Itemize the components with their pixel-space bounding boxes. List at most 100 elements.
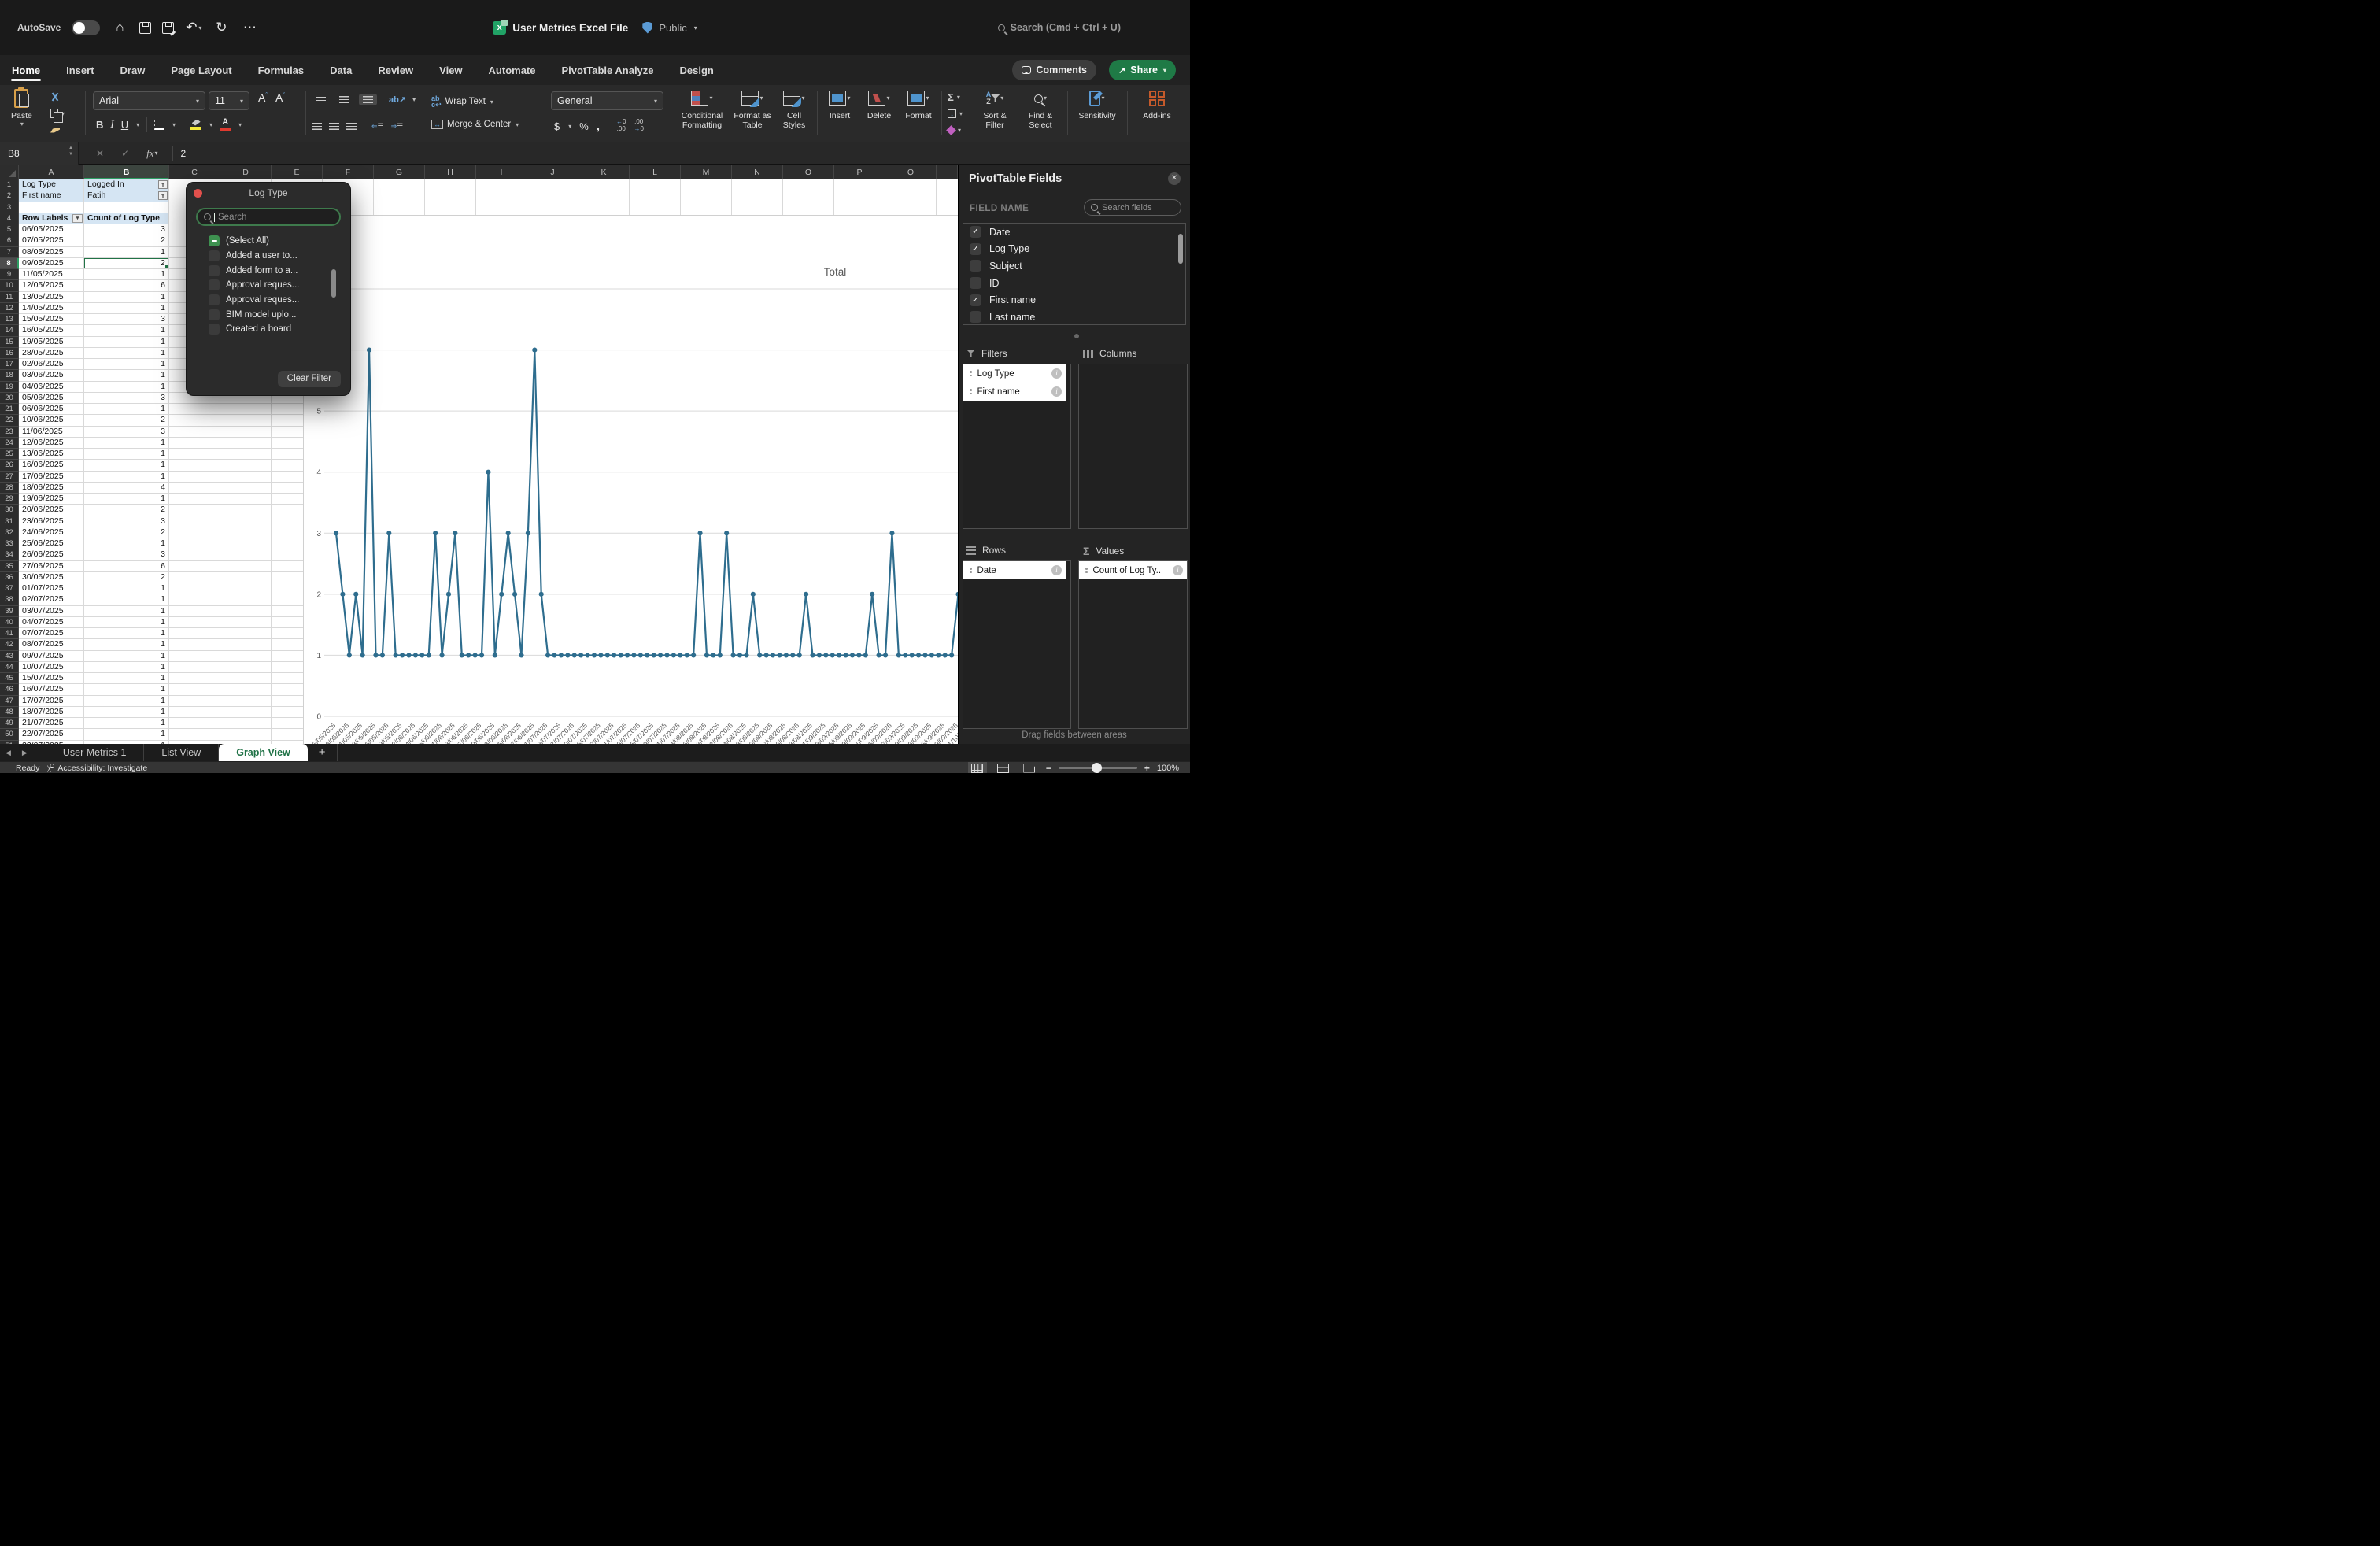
format-painter-button[interactable] [50,123,65,137]
row-header-4[interactable]: 4 [0,213,19,224]
formula-input[interactable]: 2 [172,146,187,161]
row-header-11[interactable]: 11 [0,292,19,303]
filters-drop-area[interactable]: Log TypeiFirst namei [963,364,1071,529]
insert-function-icon[interactable]: fx [146,147,153,160]
cell-a19[interactable]: 04/06/2025 [19,382,84,393]
cell-a31[interactable]: 23/06/2025 [19,516,84,527]
checkbox-unchecked-icon[interactable] [209,324,220,335]
select-all-corner[interactable] [0,165,19,179]
row-header-27[interactable]: 27 [0,472,19,483]
info-icon[interactable]: i [1173,565,1183,575]
ribbon-tab-view[interactable]: View [438,57,463,83]
row-header-22[interactable]: 22 [0,415,19,426]
row-header-30[interactable]: 30 [0,505,19,516]
row-header-5[interactable]: 5 [0,224,19,235]
row-header-2[interactable]: 2 [0,190,19,202]
paste-button[interactable]: Paste ▾ [11,88,32,128]
comma-style-button[interactable]: , [597,120,600,133]
values-drop-area[interactable]: Count of Log Ty...i [1078,560,1188,729]
decrease-decimal-button[interactable]: ←0.00 [616,119,626,133]
cell-b17[interactable]: 1 [84,359,169,370]
checkbox-checked-icon[interactable]: ✓ [970,226,981,238]
cell-b27[interactable]: 1 [84,472,169,483]
cell-a22[interactable]: 10/06/2025 [19,415,84,426]
row-header-49[interactable]: 49 [0,718,19,729]
cell-b45[interactable]: 1 [84,673,169,684]
field-item-first-name[interactable]: ✓First name [963,291,1185,309]
row-header-40[interactable]: 40 [0,617,19,628]
row-header-20[interactable]: 20 [0,393,19,404]
row-header-26[interactable]: 26 [0,460,19,471]
row-header-17[interactable]: 17 [0,359,19,370]
popup-close-button[interactable] [194,189,202,198]
cell-a26[interactable]: 16/06/2025 [19,460,84,471]
cell-a50[interactable]: 22/07/2025 [19,729,84,740]
cell-b38[interactable]: 1 [84,594,169,605]
cell-styles-button[interactable]: ▾ Cell Styles [776,88,812,130]
filter-item-select-all[interactable]: (Select All) [209,234,350,249]
cell-a9[interactable]: 11/05/2025 [19,269,84,280]
cell-a16[interactable]: 28/05/2025 [19,348,84,359]
ribbon-tab-design[interactable]: Design [679,57,715,83]
column-header-h[interactable]: H [425,165,476,179]
cell-b48[interactable]: 1 [84,707,169,718]
cell-a35[interactable]: 27/06/2025 [19,561,84,572]
cell-a38[interactable]: 02/07/2025 [19,594,84,605]
sensitivity-button[interactable]: ▾ Sensitivity [1072,88,1122,120]
increase-font-button[interactable]: Aˆ [258,91,268,104]
cell-a44[interactable]: 10/07/2025 [19,662,84,673]
info-icon[interactable]: i [1051,386,1062,397]
cell-b25[interactable]: 1 [84,449,169,460]
column-header-l[interactable]: L [630,165,681,179]
cell-a43[interactable]: 09/07/2025 [19,651,84,662]
add-sheet-button[interactable]: + [308,744,338,761]
row-header-33[interactable]: 33 [0,538,19,549]
field-list-scrollbar[interactable] [1178,234,1183,264]
row-header-13[interactable]: 13 [0,314,19,325]
clear-filter-button[interactable]: Clear Filter [278,371,341,387]
cell-filter-button[interactable] [158,180,168,189]
cell-a18[interactable]: 03/06/2025 [19,370,84,381]
checkbox-partial-icon[interactable] [209,235,220,246]
cell-a24[interactable]: 12/06/2025 [19,438,84,449]
ribbon-tab-home[interactable]: Home [11,57,41,83]
row-header-25[interactable]: 25 [0,449,19,460]
cell-b11[interactable]: 1 [84,292,169,303]
row-header-21[interactable]: 21 [0,404,19,415]
cell-a27[interactable]: 17/06/2025 [19,472,84,483]
row-header-19[interactable]: 19 [0,382,19,393]
name-box-spinner[interactable]: ▲▼ [68,145,73,158]
name-box[interactable]: B8 ▲▼ [0,142,79,165]
row-header-18[interactable]: 18 [0,370,19,381]
row-header-46[interactable]: 46 [0,684,19,695]
zoom-slider[interactable] [1059,767,1137,769]
conditional-formatting-button[interactable]: ▾ Conditional Formatting [675,88,729,130]
decrease-font-button[interactable]: Aˇ [275,91,285,104]
share-button[interactable]: ↗ Share ▾ [1109,60,1176,80]
cell-a37[interactable]: 01/07/2025 [19,583,84,594]
cell-b35[interactable]: 6 [84,561,169,572]
column-header-j[interactable]: J [527,165,578,179]
cell-b30[interactable]: 2 [84,505,169,516]
autosum-button[interactable]: Σ▾ [948,90,963,104]
cell-b5[interactable]: 3 [84,224,169,235]
ribbon-tab-review[interactable]: Review [377,57,414,83]
column-header-f[interactable]: F [323,165,374,179]
filter-item-approval-reques[interactable]: Approval reques... [209,293,350,308]
row-header-41[interactable]: 41 [0,628,19,639]
cell-a2[interactable]: First name [19,190,84,202]
font-size-select[interactable]: 11▾ [209,91,249,110]
cell-b42[interactable]: 1 [84,639,169,650]
cell-b37[interactable]: 1 [84,583,169,594]
ribbon-tab-data[interactable]: Data [329,57,353,83]
cell-a10[interactable]: 12/05/2025 [19,280,84,291]
cell-a14[interactable]: 16/05/2025 [19,325,84,336]
cell-a40[interactable]: 04/07/2025 [19,617,84,628]
cell-a20[interactable]: 05/06/2025 [19,393,84,404]
row-header-6[interactable]: 6 [0,235,19,246]
zoom-slider-knob[interactable] [1092,763,1102,773]
checkbox-unchecked-icon[interactable] [209,279,220,290]
cell-b10[interactable]: 6 [84,280,169,291]
increase-decimal-button[interactable]: .00→0 [634,119,643,133]
sheet-tab-graph-view[interactable]: Graph View [219,744,308,761]
